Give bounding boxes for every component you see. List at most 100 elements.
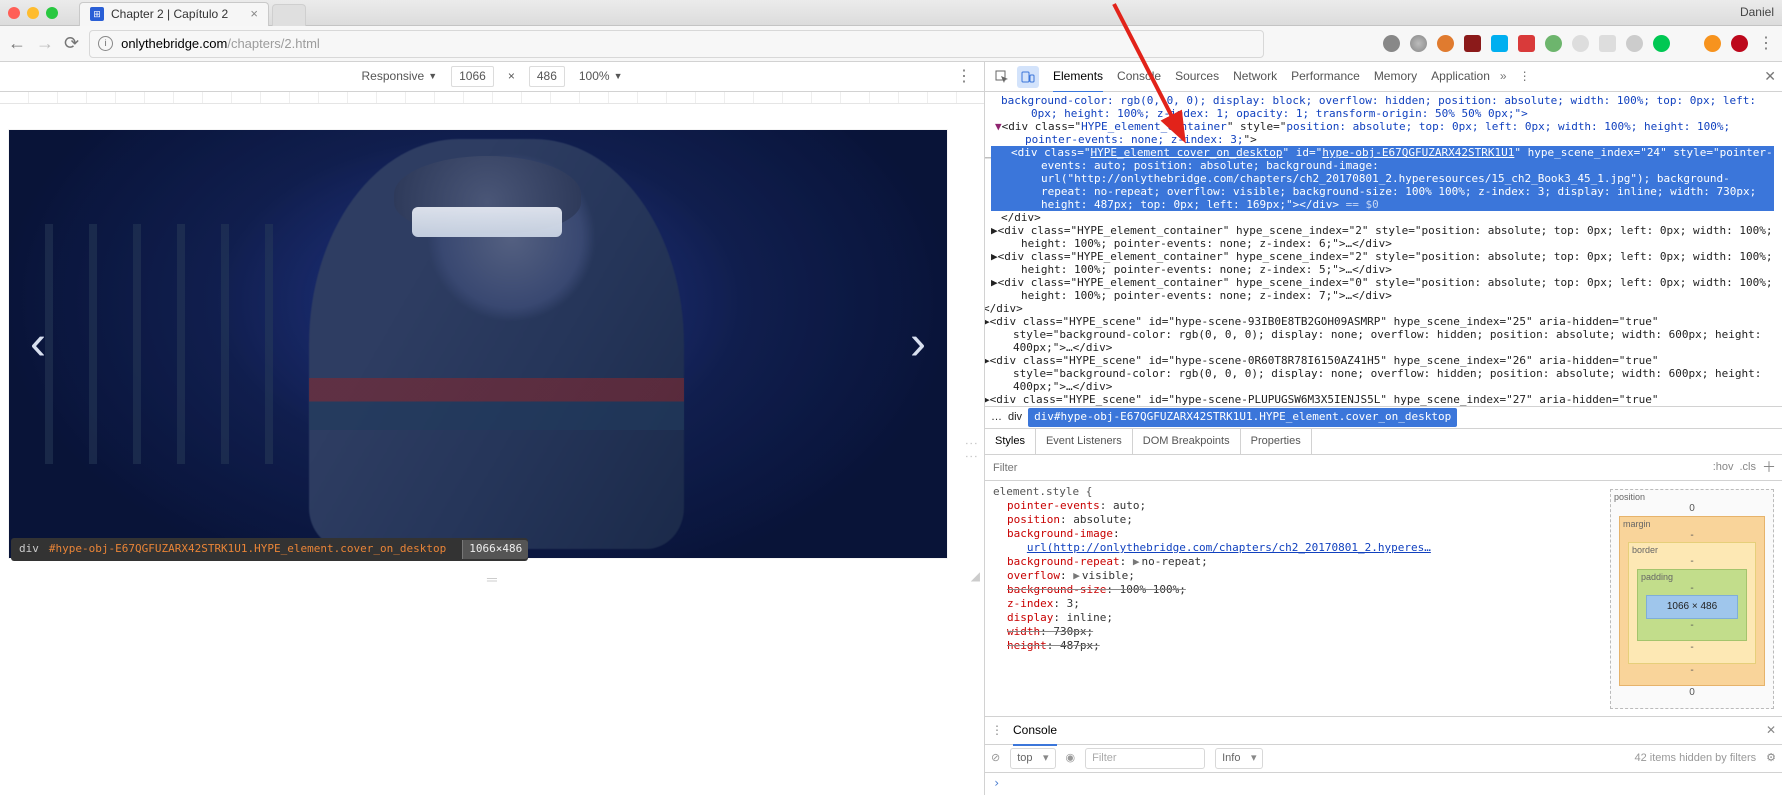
new-rule-icon[interactable]: ＋	[1762, 458, 1776, 477]
pinterest-icon[interactable]	[1731, 35, 1748, 52]
back-button[interactable]: ←	[8, 31, 26, 55]
height-input[interactable]: 486	[529, 66, 565, 86]
ext-icon[interactable]	[1704, 35, 1721, 52]
minimize-traffic-light[interactable]	[27, 7, 39, 19]
address-bar[interactable]: i onlythebridge.com/chapters/2.html	[89, 30, 1264, 58]
css-decl[interactable]: position: absolute;	[993, 513, 1594, 527]
css-decl[interactable]: background-repeat: ▶no-repeat;	[993, 555, 1594, 569]
resize-handle-right[interactable]: ⋮⋮	[962, 437, 980, 463]
tab-elements[interactable]: Elements	[1053, 68, 1103, 92]
skype-icon[interactable]	[1491, 35, 1508, 52]
tree-line[interactable]: ▶<div class="HYPE_element_container" hyp…	[991, 250, 1774, 276]
pane-tab-properties[interactable]: Properties	[1241, 429, 1312, 454]
zoom-traffic-light[interactable]	[46, 7, 58, 19]
css-decl[interactable]: display: inline;	[993, 611, 1594, 625]
viewport-highlight[interactable]: ‹ ›	[9, 130, 947, 558]
styles-filter-input[interactable]	[991, 461, 1707, 475]
drawer-tab-console[interactable]: Console	[1013, 722, 1057, 745]
tree-line[interactable]: ▶<div class="HYPE_element_container" hyp…	[991, 276, 1774, 302]
close-tab-icon[interactable]: ×	[250, 5, 258, 23]
console-prompt[interactable]: ›	[985, 773, 1782, 795]
titlebar: ⊞ Chapter 2 | Capítulo 2 × Daniel	[0, 0, 1782, 26]
tree-line[interactable]: ▼<div class="HYPE_element_container" sty…	[991, 120, 1774, 146]
pane-tab-styles[interactable]: Styles	[985, 429, 1036, 454]
tab-memory[interactable]: Memory	[1374, 68, 1417, 84]
css-decl[interactable]: background-image: url(http://onlythebrid…	[993, 527, 1594, 555]
tree-line[interactable]: </div>	[991, 302, 1774, 315]
resize-handle-corner[interactable]: ◢	[971, 568, 980, 584]
tree-line[interactable]: ▶<div class="HYPE_element_container" hyp…	[991, 224, 1774, 250]
context-select[interactable]: top	[1010, 748, 1055, 769]
pane-tab-listeners[interactable]: Event Listeners	[1036, 429, 1133, 454]
overflow-menu-icon[interactable]: ⋮	[1758, 33, 1774, 55]
tab-sources[interactable]: Sources	[1175, 68, 1219, 84]
tree-line[interactable]: background-color: rgb(0, 0, 0); display:…	[991, 94, 1774, 120]
extension-icons: ⋮	[1383, 33, 1774, 55]
ext-icon[interactable]	[1518, 35, 1535, 52]
css-decl[interactable]: pointer-events: auto;	[993, 499, 1594, 513]
tree-line[interactable]: ▶<div class="HYPE_scene" id="hype-scene-…	[991, 315, 1774, 354]
drawer-menu-icon[interactable]: ⋮	[991, 722, 1003, 738]
box-content: 1066 × 486	[1646, 595, 1738, 619]
ext-icon[interactable]	[1626, 35, 1643, 52]
zoom-select[interactable]: 100%▼	[579, 68, 623, 84]
crumb-selected[interactable]: div#hype-obj-E67QGFUZARX42STRK1U1.HYPE_e…	[1028, 408, 1457, 427]
ublock-icon[interactable]	[1464, 35, 1481, 52]
tab-console[interactable]: Console	[1117, 68, 1161, 84]
css-rules[interactable]: element.style { pointer-events: auto;pos…	[985, 481, 1602, 716]
new-tab-button[interactable]	[272, 4, 306, 26]
site-info-icon[interactable]: i	[98, 36, 113, 51]
ext-icon[interactable]	[1653, 35, 1670, 52]
ext-icon[interactable]	[1437, 35, 1454, 52]
css-selector[interactable]: element.style {	[993, 485, 1594, 499]
drawer-close-icon[interactable]: ✕	[1766, 722, 1776, 738]
devtools-tabs: Elements Console Sources Network Perform…	[1053, 68, 1490, 84]
tree-line[interactable]: </div>	[991, 211, 1774, 224]
device-menu-icon[interactable]: ⋮	[956, 66, 972, 88]
device-select[interactable]: Responsive▼	[362, 68, 438, 84]
pane-tab-dom-bp[interactable]: DOM Breakpoints	[1133, 429, 1241, 454]
clear-console-icon[interactable]: ⊘	[991, 751, 1000, 766]
ext-icon[interactable]	[1383, 35, 1400, 52]
css-decl[interactable]: width: 730px;	[993, 625, 1594, 639]
console-settings-icon[interactable]: ⚙	[1766, 751, 1776, 766]
dims-x: ×	[508, 68, 515, 84]
cls-toggle[interactable]: .cls	[1740, 460, 1757, 475]
elements-tree[interactable]: background-color: rgb(0, 0, 0); display:…	[985, 92, 1782, 406]
css-decl[interactable]: height: 487px;	[993, 639, 1594, 653]
live-expr-icon[interactable]: ◉	[1066, 751, 1076, 766]
browser-tab[interactable]: ⊞ Chapter 2 | Capítulo 2 ×	[79, 2, 269, 26]
css-decl[interactable]: background-size: 100% 100%;	[993, 583, 1594, 597]
width-input[interactable]: 1066	[451, 66, 494, 86]
tabs-overflow-icon[interactable]: »	[1500, 68, 1507, 84]
mac-username: Daniel	[1740, 4, 1774, 20]
toolbar: ← → ⟳ i onlythebridge.com/chapters/2.htm…	[0, 26, 1782, 62]
ext-icon[interactable]	[1572, 35, 1589, 52]
devtools-close-icon[interactable]: ✕	[1764, 67, 1776, 86]
crumb-item[interactable]: div	[1008, 410, 1022, 425]
inspect-icon[interactable]	[991, 66, 1013, 88]
tree-line[interactable]: ▶<div class="HYPE_scene" id="hype-scene-…	[991, 354, 1774, 393]
star-icon[interactable]	[1599, 35, 1616, 52]
tab-performance[interactable]: Performance	[1291, 68, 1360, 84]
console-filter-input[interactable]: Filter	[1085, 748, 1205, 769]
tab-network[interactable]: Network	[1233, 68, 1277, 84]
tree-line[interactable]: ▶<div class="HYPE_scene" id="hype-scene-…	[991, 393, 1774, 406]
ext-icon[interactable]	[1545, 35, 1562, 52]
crumb-ellipsis[interactable]: …	[991, 410, 1002, 425]
css-decl[interactable]: overflow: ▶visible;	[993, 569, 1594, 583]
devtools-menu-icon[interactable]: ⋮	[1519, 68, 1531, 84]
ext-icon[interactable]	[1410, 35, 1427, 52]
level-select[interactable]: Info	[1215, 748, 1263, 769]
hov-toggle[interactable]: :hov	[1713, 460, 1734, 475]
device-mode-icon[interactable]	[1017, 66, 1039, 88]
close-traffic-light[interactable]	[8, 7, 20, 19]
next-arrow-icon[interactable]: ›	[901, 315, 935, 373]
breadcrumb[interactable]: … div div#hype-obj-E67QGFUZARX42STRK1U1.…	[985, 406, 1782, 428]
tree-line-selected[interactable]: <div class="HYPE_element cover_on_deskto…	[991, 146, 1774, 211]
tab-application[interactable]: Application	[1431, 68, 1490, 84]
reload-button[interactable]: ⟳	[64, 31, 79, 55]
css-decl[interactable]: z-index: 3;	[993, 597, 1594, 611]
resize-handle-bottom[interactable]: ═	[487, 570, 497, 589]
prev-arrow-icon[interactable]: ‹	[21, 315, 55, 373]
